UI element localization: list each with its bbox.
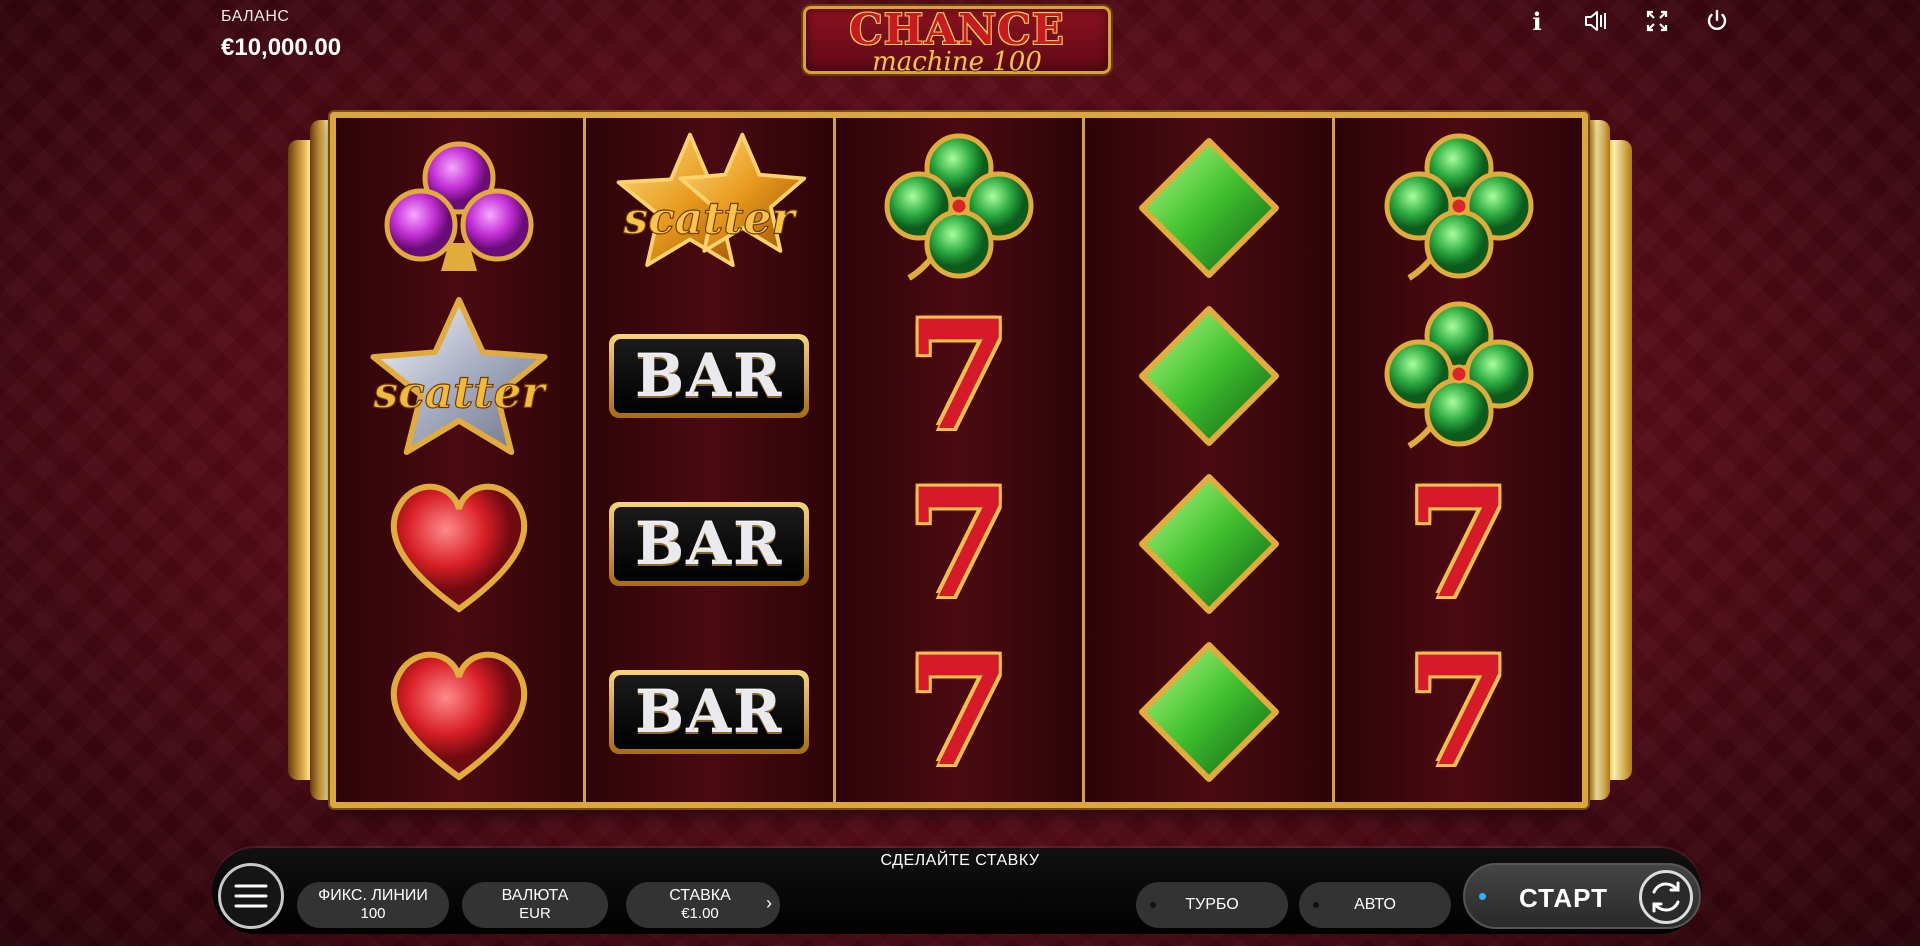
- start-label: СТАРТ: [1519, 883, 1609, 913]
- lines-value: 100: [360, 905, 386, 922]
- turbo-button[interactable]: ТУРБО: [1136, 882, 1288, 928]
- diamond-icon: [1138, 306, 1279, 446]
- seven-text: 7: [906, 624, 1012, 800]
- fullscreen-icon[interactable]: [1642, 6, 1672, 36]
- seven-symbol: 7: [1359, 630, 1559, 794]
- scatter-silver-symbol: scatter: [359, 294, 559, 458]
- balance-label: БАЛАНС: [221, 8, 290, 25]
- auto-button[interactable]: АВТО: [1299, 882, 1451, 928]
- diamond-symbol: [1109, 294, 1309, 458]
- seven-text: 7: [906, 288, 1012, 464]
- bet-label: СТАВКА: [669, 887, 731, 904]
- diamond-icon: [1138, 642, 1279, 782]
- bar-symbol: BAR: [609, 294, 810, 458]
- currency-selector[interactable]: ВАЛЮТА EUR: [462, 882, 608, 928]
- bar-text: BAR: [614, 507, 805, 581]
- club-icon: [384, 141, 534, 271]
- reel-4: [1085, 118, 1336, 802]
- turbo-indicator: [1150, 902, 1156, 908]
- game-logo: CHANCE machine 100: [803, 5, 1111, 77]
- currency-label: ВАЛЮТА: [501, 887, 569, 904]
- heart-icon: [391, 483, 528, 613]
- bar-symbol: BAR: [609, 630, 810, 794]
- bet-selector[interactable]: СТАВКА €1.00: [626, 882, 780, 928]
- reel-2: scatter BAR BAR BAR: [585, 118, 836, 802]
- power-icon[interactable]: [1702, 6, 1732, 36]
- scatter-gold-symbol: scatter: [609, 126, 809, 290]
- seven-text: 7: [906, 456, 1012, 632]
- heart-symbol: [359, 630, 559, 794]
- clover-icon: [1384, 301, 1534, 449]
- scatter-text: scatter: [373, 367, 548, 418]
- bar-text: BAR: [614, 339, 805, 413]
- heart-icon: [391, 651, 528, 781]
- balance-value: €10,000.00: [221, 34, 342, 61]
- scatter-text: scatter: [623, 194, 798, 245]
- auto-indicator: [1313, 902, 1319, 908]
- currency-value: EUR: [519, 905, 551, 922]
- lines-selector[interactable]: ФИКС. ЛИНИИ 100: [297, 882, 449, 928]
- clover-icon: [1384, 133, 1534, 281]
- seven-symbol: 7: [859, 462, 1059, 626]
- balance-display: БАЛАНС €10,000.00: [221, 8, 341, 62]
- scatter-star-icon: scatter: [616, 132, 807, 268]
- clover-symbol: [859, 126, 1059, 290]
- seven-symbol: 7: [859, 294, 1059, 458]
- info-glyph: i: [1532, 6, 1542, 36]
- info-icon[interactable]: i: [1522, 6, 1552, 36]
- clover-icon: [884, 133, 1034, 281]
- diamond-symbol: [1109, 462, 1309, 626]
- diamond-icon: [1138, 138, 1279, 278]
- heart-symbol: [359, 462, 559, 626]
- lines-label: ФИКС. ЛИНИИ: [318, 887, 428, 904]
- top-toolbar: i: [1522, 6, 1732, 36]
- clover-symbol: [1359, 294, 1559, 458]
- seven-text: 7: [1406, 624, 1511, 800]
- club-symbol: [359, 126, 559, 290]
- diamond-symbol: [1109, 126, 1309, 290]
- start-button[interactable]: СТАРТ: [1463, 863, 1701, 929]
- seven-symbol: 7: [1359, 462, 1559, 626]
- reel-1: scatter: [336, 118, 586, 802]
- bar-symbol: BAR: [609, 462, 810, 626]
- hamburger-icon: [234, 884, 268, 908]
- diamond-symbol: [1109, 630, 1309, 794]
- start-indicator: [1479, 893, 1486, 900]
- logo-title: CHANCE: [849, 5, 1065, 54]
- clover-symbol: [1359, 126, 1559, 290]
- bar-text: BAR: [614, 675, 805, 749]
- logo-subtitle: machine 100: [872, 47, 1042, 77]
- scatter-star-icon: scatter: [370, 296, 548, 456]
- reel-3: 7 7 7: [835, 118, 1086, 802]
- seven-symbol: 7: [859, 630, 1059, 794]
- reel-frame: scatter scatter BAR BAR BAR 7 7 7 7 7: [330, 112, 1588, 808]
- reel-5: 7 7: [1335, 118, 1582, 802]
- bet-arrow-icon[interactable]: ›: [766, 893, 772, 914]
- turbo-label: ТУРБО: [1185, 896, 1239, 913]
- bet-value: €1.00: [681, 905, 719, 922]
- auto-label: АВТО: [1354, 896, 1396, 913]
- sound-icon[interactable]: [1582, 6, 1612, 36]
- seven-text: 7: [1406, 456, 1511, 632]
- spin-icon[interactable]: [1639, 870, 1693, 924]
- diamond-icon: [1138, 474, 1279, 614]
- menu-button[interactable]: [218, 863, 284, 929]
